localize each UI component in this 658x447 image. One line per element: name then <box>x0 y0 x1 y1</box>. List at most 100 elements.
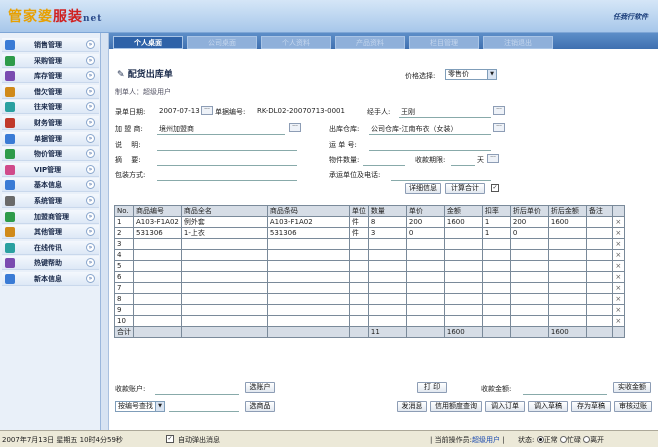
franchise-picker-button[interactable]: ··· <box>289 123 301 132</box>
table-cell[interactable] <box>509 238 549 250</box>
action-button[interactable]: 信用额度查询 <box>430 401 482 412</box>
calculate-total-button[interactable]: 计算合计 <box>445 183 485 194</box>
table-cell[interactable] <box>348 271 369 283</box>
table-cell[interactable]: 531306 <box>133 227 182 239</box>
total-checkbox[interactable]: ✓ <box>491 184 499 192</box>
search-mode-select[interactable]: 按编号查找 ▼ <box>115 401 165 412</box>
account-field[interactable] <box>155 394 239 395</box>
table-cell[interactable] <box>443 282 483 294</box>
table-cell[interactable] <box>180 271 268 283</box>
action-button[interactable]: 发消息 <box>397 401 427 412</box>
table-cell[interactable] <box>367 260 407 272</box>
table-cell[interactable]: 2 <box>114 227 134 239</box>
date-picker-button[interactable]: ··· <box>201 106 213 115</box>
table-cell[interactable] <box>367 238 407 250</box>
sidebar-item[interactable]: 库存管理 » <box>2 69 99 84</box>
table-cell[interactable] <box>348 315 369 327</box>
action-button[interactable]: 存为草稿 <box>571 401 611 412</box>
handler-picker-button[interactable]: ··· <box>493 106 505 115</box>
table-cell[interactable] <box>509 260 549 272</box>
action-button[interactable]: 审核过账 <box>614 401 652 412</box>
table-cell[interactable] <box>180 304 268 316</box>
table-cell[interactable] <box>180 249 268 261</box>
tab-item[interactable]: 栏目管理 <box>409 36 479 49</box>
table-cell[interactable]: 4 <box>114 249 134 261</box>
table-cell[interactable] <box>481 282 511 294</box>
table-cell[interactable] <box>180 282 268 294</box>
table-cell[interactable] <box>443 304 483 316</box>
table-row[interactable]: 5 × <box>114 260 625 272</box>
sidebar-item[interactable]: 加盟商管理 » <box>2 209 99 224</box>
sidebar-item[interactable]: 基本信息 » <box>2 178 99 193</box>
table-cell[interactable] <box>405 271 445 283</box>
table-cell[interactable] <box>509 293 549 305</box>
table-cell[interactable] <box>585 249 613 261</box>
sidebar-item[interactable]: 系统管理 » <box>2 194 99 208</box>
table-cell[interactable] <box>133 315 182 327</box>
table-cell[interactable]: 9 <box>114 304 134 316</box>
table-cell[interactable]: 3 <box>367 227 407 239</box>
table-cell[interactable] <box>443 249 483 261</box>
table-cell[interactable] <box>509 304 549 316</box>
table-cell[interactable] <box>348 260 369 272</box>
table-cell[interactable] <box>133 260 182 272</box>
table-cell[interactable] <box>367 249 407 261</box>
table-cell[interactable]: 1 <box>481 216 511 228</box>
table-cell[interactable] <box>405 282 445 294</box>
action-button[interactable]: 调入订单 <box>485 401 525 412</box>
table-cell[interactable] <box>547 271 587 283</box>
summary-field[interactable] <box>157 165 297 166</box>
table-cell[interactable]: 200 <box>405 216 445 228</box>
table-cell[interactable] <box>585 238 613 250</box>
select-account-button[interactable]: 选账户 <box>245 382 275 393</box>
status-away-radio[interactable] <box>583 436 591 443</box>
doc-no-field[interactable]: RK-DL02-20070713-0001 <box>257 107 345 115</box>
table-row[interactable]: 6 × <box>114 271 625 283</box>
sidebar-splitter[interactable] <box>101 33 109 430</box>
table-cell[interactable] <box>481 304 511 316</box>
table-cell[interactable] <box>585 304 613 316</box>
table-cell[interactable]: 10 <box>114 315 134 327</box>
tab-item[interactable]: 个人资料 <box>261 36 331 49</box>
delete-row-icon[interactable]: × <box>611 227 625 239</box>
warehouse-picker-button[interactable]: ··· <box>493 123 505 132</box>
table-cell[interactable] <box>405 293 445 305</box>
table-cell[interactable] <box>133 282 182 294</box>
table-row[interactable]: 10 × <box>114 315 625 327</box>
sidebar-item[interactable]: 其他管理 » <box>2 225 99 240</box>
table-cell[interactable] <box>509 249 549 261</box>
table-cell[interactable] <box>585 282 613 294</box>
table-cell[interactable] <box>509 271 549 283</box>
sidebar-item[interactable]: 财务管理 » <box>2 116 99 130</box>
table-cell[interactable] <box>481 260 511 272</box>
table-cell[interactable] <box>443 271 483 283</box>
tab-item[interactable]: 公司桌面 <box>187 36 257 49</box>
table-cell[interactable] <box>547 315 587 327</box>
table-cell[interactable] <box>547 249 587 261</box>
waybill-field[interactable] <box>369 150 491 151</box>
table-cell[interactable] <box>266 282 350 294</box>
delete-row-icon[interactable]: × <box>611 238 625 250</box>
table-cell[interactable] <box>133 238 182 250</box>
sidebar-item[interactable]: VIP管理 » <box>2 162 99 177</box>
table-row[interactable]: 4 × <box>114 249 625 261</box>
amount-field[interactable] <box>523 394 607 395</box>
detail-info-button[interactable]: 详细信息 <box>405 183 441 194</box>
table-cell[interactable] <box>509 315 549 327</box>
goods-search-input[interactable] <box>169 411 239 412</box>
sidebar-item[interactable]: 在线传讯 » <box>2 240 99 255</box>
desc-field[interactable] <box>157 150 297 151</box>
sidebar-item[interactable]: 借欠管理 » <box>2 84 99 99</box>
table-cell[interactable]: A103-F1A02 <box>133 216 182 228</box>
table-cell[interactable] <box>405 315 445 327</box>
table-cell[interactable] <box>585 260 613 272</box>
table-cell[interactable]: 200 <box>509 216 549 228</box>
delete-row-icon[interactable]: × <box>611 216 625 228</box>
table-cell[interactable] <box>443 293 483 305</box>
warehouse-field[interactable]: 公司仓库-江南布衣（女装） <box>371 124 458 134</box>
table-cell[interactable]: 0 <box>509 227 549 239</box>
table-cell[interactable] <box>405 304 445 316</box>
table-cell[interactable]: 1600 <box>443 216 483 228</box>
table-cell[interactable] <box>481 238 511 250</box>
auto-popup-checkbox[interactable]: ✓ <box>166 435 174 443</box>
